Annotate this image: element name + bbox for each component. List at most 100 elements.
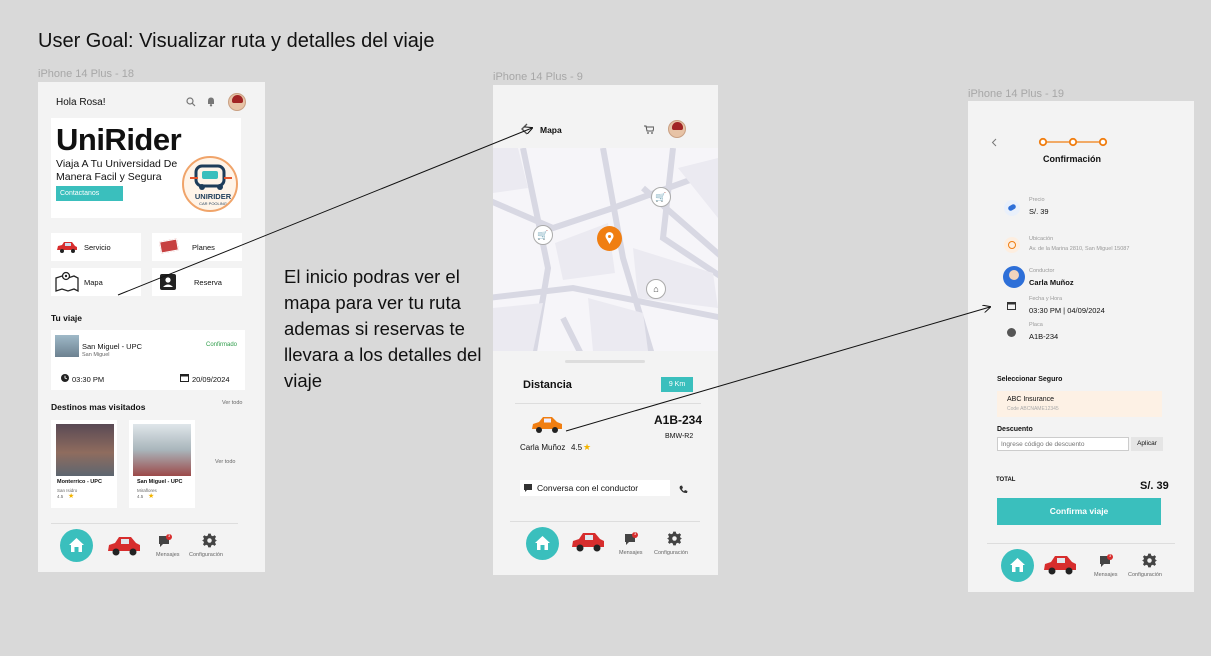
nav-car-button[interactable] (570, 529, 606, 554)
star-icon: ★ (583, 442, 592, 452)
destination-photo (133, 424, 191, 476)
tile-servicio[interactable]: Servicio (51, 233, 141, 261)
bell-icon[interactable] (206, 96, 216, 107)
see-all-link-2[interactable]: Ver todo (215, 459, 236, 465)
driver-face (1009, 270, 1019, 280)
nav-settings-label[interactable]: Configuración (189, 552, 223, 558)
apply-discount-button[interactable]: Aplicar (1131, 437, 1163, 451)
discount-input[interactable] (997, 437, 1129, 451)
distance-badge: 9 Km (661, 377, 693, 392)
contact-card-icon (160, 274, 176, 290)
avatar[interactable] (668, 120, 686, 138)
plate-label: Placa (1029, 322, 1043, 328)
chat-button[interactable]: Conversa con el conductor (520, 480, 670, 496)
map-marker-cart-1[interactable]: 🛒 (651, 187, 671, 207)
cart-icon[interactable] (644, 125, 654, 134)
car-model: BMW-R2 (665, 433, 694, 440)
gear-icon[interactable] (1142, 553, 1157, 568)
messages-icon[interactable] (625, 532, 639, 546)
datetime-label: Fecha y Hora (1029, 296, 1063, 302)
insurance-name: ABC Insurance (1007, 396, 1055, 403)
destination-card-monterrico[interactable]: Monterrico - UPC San Isidro 4.5 ★ (51, 420, 117, 508)
logo-text: UNIRIDER (194, 192, 232, 201)
gear-icon[interactable] (667, 531, 682, 546)
calendar-icon (1007, 302, 1016, 310)
confirm-trip-button[interactable]: Confirma viaje (997, 498, 1161, 525)
nav-messages-label[interactable]: Mensajes (156, 552, 180, 558)
popular-destinations-title: Destinos mas visitados (51, 402, 146, 412)
unirider-logo: UNIRIDER CAR POOLING (182, 156, 238, 212)
location-icon (1008, 241, 1016, 249)
destination-name: Monterrico - UPC (57, 479, 102, 485)
insurance-title: Seleccionar Seguro (997, 376, 1063, 383)
price-icon-wrap (1004, 200, 1020, 216)
tile-reserva-label: Reserva (194, 278, 222, 287)
nav-home-button[interactable] (526, 527, 559, 560)
map-marker-home[interactable]: ⌂ (646, 279, 666, 299)
nav-messages-label[interactable]: Mensajes (1094, 572, 1118, 578)
price-label: Precio (1029, 197, 1045, 203)
search-icon[interactable] (186, 97, 196, 107)
logo-subtext: CAR POOLING (199, 201, 227, 206)
contact-button[interactable]: Contactanos (56, 186, 123, 201)
driver-rating: 4.5 (571, 443, 583, 452)
route-map[interactable]: 🛒 🛒 ⌂ (493, 148, 718, 351)
location-pin[interactable] (597, 226, 622, 251)
see-all-link[interactable]: Ver todo (222, 400, 243, 406)
nav-car-button[interactable] (106, 533, 142, 558)
destination-photo (56, 424, 114, 476)
nav-divider (987, 543, 1175, 544)
nav-home-button[interactable] (1001, 549, 1034, 582)
back-icon[interactable] (991, 138, 997, 147)
distance-label: Distancia (523, 379, 572, 391)
location-label: Ubicación (1029, 236, 1054, 242)
destination-rating: 4.5 (57, 494, 64, 499)
page-title: Confirmación (1043, 154, 1102, 164)
insurance-option[interactable]: ABC Insurance Code ABCNAME12345 (997, 391, 1162, 417)
greeting: Hola Rosa! (56, 97, 106, 108)
price-value: S/. 39 (1029, 207, 1049, 216)
trip-thumbnail (55, 335, 79, 357)
ticket-icon (159, 238, 179, 254)
nav-messages-label[interactable]: Mensajes (619, 550, 643, 556)
chat-label: Conversa con el conductor (537, 483, 639, 493)
trip-status: Confirmado (206, 342, 238, 348)
trip-time: 03:30 PM (72, 375, 105, 384)
messages-icon[interactable] (159, 534, 173, 548)
location-icon-wrap (1004, 237, 1020, 253)
nav-home-button[interactable] (60, 529, 93, 562)
plate-icon (1007, 328, 1016, 337)
tile-planes[interactable]: Planes (152, 233, 242, 261)
tile-reserva[interactable]: Reserva (152, 268, 242, 296)
nav-car-button[interactable] (1042, 552, 1078, 577)
frame-label-home: iPhone 14 Plus - 18 (38, 68, 135, 80)
destination-rating: 4.5 (137, 494, 144, 499)
star-icon: ★ (148, 493, 155, 500)
gear-icon[interactable] (202, 533, 217, 548)
trip-date: 20/09/2024 (192, 375, 230, 384)
trip-card[interactable]: San Miguel - UPC San Miguel Confirmado 0… (51, 330, 245, 390)
phone-icon[interactable] (679, 485, 688, 494)
messages-icon[interactable] (1100, 554, 1114, 568)
nav-settings-label[interactable]: Configuración (654, 550, 688, 556)
messages-badge: 3 (1109, 553, 1112, 558)
driver-car-icon (532, 417, 562, 433)
clock-icon (61, 374, 69, 382)
car-icon (57, 242, 77, 253)
frame-label-confirm: iPhone 14 Plus - 19 (968, 88, 1065, 100)
hero-banner: UniRider Viaja A Tu Universidad De Maner… (51, 118, 241, 218)
nav-divider (510, 521, 700, 522)
destination-name: San Miguel - UPC (137, 479, 183, 485)
divider (515, 403, 701, 404)
nav-settings-label[interactable]: Configuración (1128, 572, 1162, 578)
driver-avatar (1003, 266, 1025, 288)
avatar[interactable] (228, 93, 246, 111)
datetime-value: 03:30 PM | 04/09/2024 (1029, 306, 1105, 315)
chat-icon (524, 484, 532, 492)
tile-mapa[interactable]: Mapa (51, 268, 141, 296)
sheet-handle[interactable] (565, 360, 645, 363)
destination-card-sanmiguel[interactable]: San Miguel - UPC Miraflores 4.5 ★ (129, 420, 195, 508)
map-marker-cart-2[interactable]: 🛒 (533, 225, 553, 245)
total-label: TOTAL (996, 477, 1016, 483)
back-icon[interactable] (520, 123, 528, 135)
